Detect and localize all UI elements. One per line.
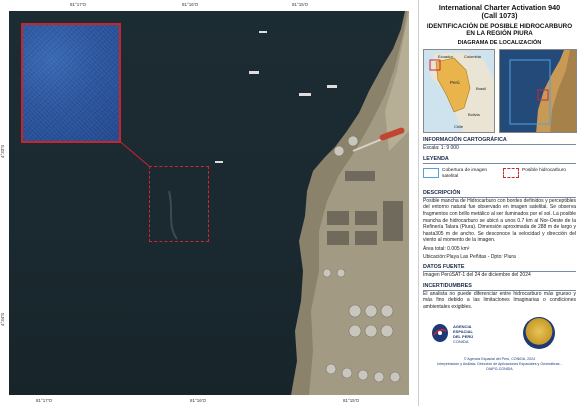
logos: AGENCIA ESPACIAL DEL PERÚ CONIDA xyxy=(423,316,576,357)
footer: © Agencia Espacial del Perú, CONIDA, 202… xyxy=(423,357,576,372)
footer-line-2: Interpretación y Análisis: Dirección de … xyxy=(437,361,562,366)
zoom-inset[interactable] xyxy=(21,23,121,143)
uncertainty-body: El analista no puede diferenciar entre h… xyxy=(423,290,576,310)
agency-emblem-icon xyxy=(432,323,448,342)
location-text: Ubicación:Playa Las Peñitas - Dpto: Piur… xyxy=(423,253,516,260)
tick-top-2: 81°16'O xyxy=(182,2,199,7)
possible-hydrocarbon-box[interactable] xyxy=(149,166,209,242)
zoom-inset-texture xyxy=(23,25,119,141)
tick-top-1: 81°17'O xyxy=(70,2,87,7)
legend-heading: LEYENDA xyxy=(423,156,576,164)
location-diagram-title: DIAGRAMA DE LOCALIZACIÓN xyxy=(457,40,542,47)
agency-name-1: AGENCIA ESPACIAL xyxy=(453,323,473,334)
coverage-map-graphic xyxy=(509,50,576,133)
legend-coverage-label: Cobertura de imagen satelital xyxy=(442,167,488,179)
legend-possible-label: Posible hidrocarburo xyxy=(522,167,566,173)
area-text: Área total: 0.005 km² xyxy=(423,245,470,252)
charter-logo xyxy=(523,316,555,349)
map-frame: 81°17'O 81°16'O 81°15'O 81°17'O 81°16'O … xyxy=(0,0,418,406)
location-maps: Ecuador Colombia Perú Brasil Bolivia Chi… xyxy=(423,49,577,134)
tick-left-2: 4°34'S xyxy=(0,312,5,326)
satellite-map[interactable] xyxy=(9,11,409,395)
coverage-map[interactable] xyxy=(499,49,577,134)
sources-heading: DATOS FUENTE xyxy=(423,264,576,273)
uncertainty-heading: INCERTIDUMBRES xyxy=(423,283,576,291)
zoom-connector-line xyxy=(116,138,150,167)
info-panel: International Charter Activation 940 (Ca… xyxy=(418,0,580,406)
label-chile: Chile xyxy=(454,124,464,129)
label-bolivia: Bolivia xyxy=(468,112,481,117)
tick-bottom-1: 81°17'O xyxy=(36,398,53,403)
label-ecuador: Ecuador xyxy=(438,54,454,59)
sources-body: Imagen PerúSAT-1 del 24 de diciembre del… xyxy=(423,272,531,279)
agency-logo: AGENCIA ESPACIAL DEL PERÚ CONIDA xyxy=(431,321,491,349)
agency-name-3: CONIDA xyxy=(453,338,469,344)
legend-coverage: Cobertura de imagen satelital xyxy=(423,167,490,180)
map-subtitle: IDENTIFICACIÓN DE POSIBLE HIDROCARBURO E… xyxy=(426,22,573,38)
label-peru: Perú xyxy=(450,80,460,85)
legend-possible-swatch xyxy=(503,167,519,178)
label-brazil: Brasil xyxy=(476,86,486,91)
description-body: Posible mancha de Hidrocarburo con borde… xyxy=(423,197,576,244)
tick-left-1: 4°33'S xyxy=(0,144,5,158)
legend-coverage-swatch xyxy=(423,167,439,178)
south-america-map[interactable]: Ecuador Colombia Perú Brasil Bolivia Chi… xyxy=(423,49,495,134)
tick-bottom-3: 81°15'O xyxy=(343,398,360,403)
tick-bottom-2: 81°16'O xyxy=(190,398,207,403)
south-america-map-graphic: Ecuador Colombia Perú Brasil Bolivia Chi… xyxy=(429,52,494,133)
cartographic-heading: INFORMACIÓN CARTOGRÁFICA xyxy=(423,137,576,146)
legend: Cobertura de imagen satelital Posible hi… xyxy=(423,166,576,186)
scale-text: Escala: 1: 9 000 xyxy=(423,145,459,152)
label-colombia: Colombia xyxy=(464,54,482,59)
legend-possible: Posible hidrocarburo xyxy=(503,167,578,178)
footer-line-3: DIAPG-CONIDA xyxy=(486,366,513,371)
description-heading: DESCRIPCIÓN xyxy=(423,190,576,198)
tick-top-3: 81°15'O xyxy=(292,2,309,7)
charter-call: (Call 1073) xyxy=(481,11,518,21)
